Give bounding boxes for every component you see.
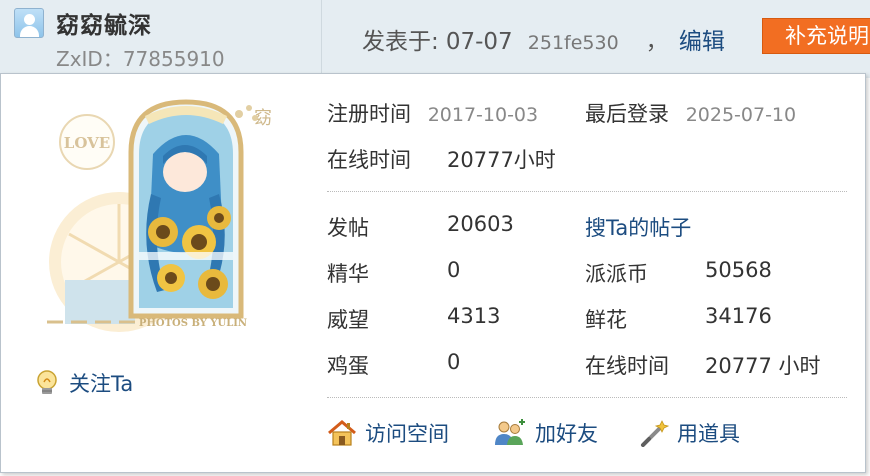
follow-label: 关注Ta	[69, 372, 134, 396]
avatar-watermark-text: PHOTOS BY YULIN	[139, 318, 247, 329]
prestige-value: 4313	[447, 304, 501, 328]
add-friend-button[interactable]: 加好友	[493, 418, 598, 448]
lightbulb-icon	[37, 370, 57, 394]
register-time-row: 注册时间 2017-10-03	[327, 98, 538, 128]
divider	[327, 397, 847, 398]
user-profile-card: LOVE 窈 PHOTOS BY YULIN 关注Ta 注册时间 2017-10…	[0, 73, 866, 473]
user-avatar[interactable]: LOVE 窈 PHOTOS BY YULIN	[41, 94, 281, 334]
coins-value: 50568	[705, 258, 772, 282]
author-zxid: ZxID：77855910	[56, 47, 225, 71]
last-login-row: 最后登录 2025-07-10	[585, 98, 796, 128]
coins-label: 派派币	[585, 262, 648, 286]
visit-space-label: 访问空间	[365, 422, 449, 446]
use-item-button[interactable]: 用道具	[639, 418, 740, 448]
divider	[327, 191, 847, 192]
prestige-label: 威望	[327, 308, 369, 332]
essence-value: 0	[447, 258, 461, 282]
add-friend-label: 加好友	[535, 422, 598, 446]
online-time-value-2: 20777 小时	[705, 354, 821, 378]
author-username[interactable]: 窈窈毓深	[56, 6, 152, 40]
visit-space-button[interactable]: 访问空间	[327, 418, 449, 448]
search-posts-link[interactable]: 搜Ta的帖子	[585, 212, 691, 242]
edit-link[interactable]: 编辑	[679, 29, 725, 55]
online-time-value: 20777小时	[447, 148, 556, 172]
last-login-label: 最后登录	[585, 102, 669, 126]
magic-wand-icon	[641, 420, 669, 447]
post-meta: 发表于: 07-07 251fe530 ， 编辑	[362, 22, 725, 55]
online-time-label-2: 在线时间	[585, 354, 669, 378]
post-header-bar: 窈窈毓深 ZxID：77855910 发表于: 07-07 251fe530 ，…	[0, 0, 870, 78]
user-icon[interactable]	[14, 8, 44, 38]
posts-label: 发帖	[327, 216, 369, 240]
online-time-label: 在线时间	[327, 148, 411, 172]
essence-label: 精华	[327, 262, 369, 286]
supplement-button[interactable]: 补充说明	[762, 18, 870, 54]
use-item-label: 用道具	[677, 422, 740, 446]
register-time-value: 2017-10-03	[427, 104, 539, 126]
eggs-label: 鸡蛋	[327, 354, 369, 378]
follow-button[interactable]: 关注Ta	[35, 368, 133, 398]
post-hash: 251fe530	[527, 32, 619, 54]
home-icon	[328, 420, 356, 446]
last-login-value: 2025-07-10	[685, 104, 797, 126]
flowers-value: 34176	[705, 304, 772, 328]
add-friend-icon	[495, 419, 525, 445]
flowers-label: 鲜花	[585, 308, 627, 332]
post-date: 07-07	[445, 29, 513, 55]
avatar-love-text: LOVE	[64, 134, 110, 152]
online-time-row: 在线时间	[327, 144, 411, 174]
post-time-label: 发表于:	[362, 29, 439, 55]
register-time-label: 注册时间	[327, 102, 411, 126]
eggs-value: 0	[447, 350, 461, 374]
author-block: 窈窈毓深 ZxID：77855910	[0, 0, 322, 78]
separator-comma: ，	[645, 30, 668, 55]
online-time-value-cell: 20777小时	[447, 144, 556, 174]
posts-value: 20603	[447, 212, 514, 236]
